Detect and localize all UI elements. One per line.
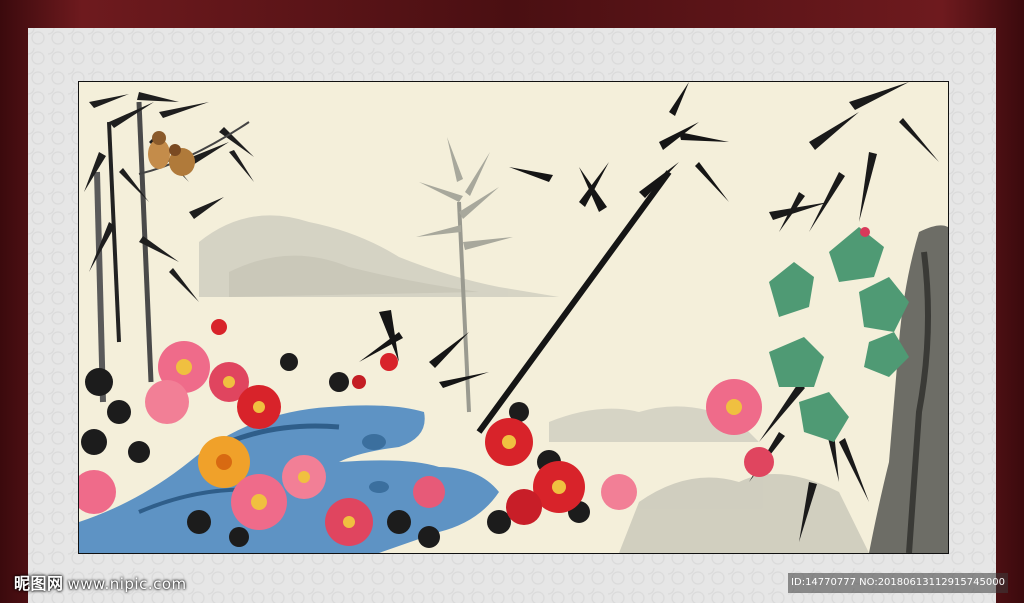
watermark-logo-text: 昵图网 xyxy=(14,574,64,593)
bamboo-left-icon xyxy=(94,101,154,403)
painting xyxy=(78,81,949,554)
sparrow-icon xyxy=(138,121,250,176)
grey-cliff-icon xyxy=(869,225,948,553)
green-leaves-icon xyxy=(769,227,909,442)
watermark-site: www.nipic.com xyxy=(67,575,187,593)
bamboo-center-icon xyxy=(359,82,729,434)
watermark-logo: 昵图网 www.nipic.com xyxy=(14,570,187,594)
watermark-image-id: ID:14770777 NO:20180613112915745000 xyxy=(788,573,1008,593)
painting-svg xyxy=(79,82,948,553)
